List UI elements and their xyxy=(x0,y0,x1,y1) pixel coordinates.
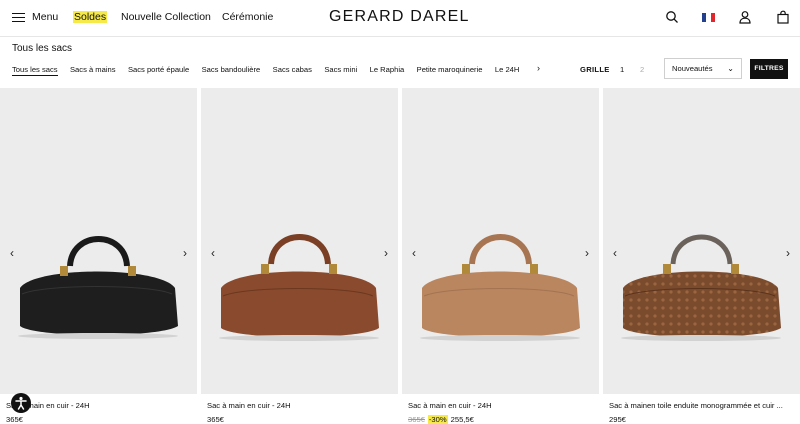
product-card[interactable]: ‹ › Sac à main en cuir - 24H 365€ xyxy=(0,88,197,424)
handbag-image xyxy=(219,234,379,341)
handbag-image xyxy=(18,236,178,339)
previous-image-arrow[interactable]: ‹ xyxy=(10,246,14,260)
next-image-arrow[interactable]: › xyxy=(585,246,589,260)
menu-label: Menu xyxy=(32,11,59,23)
menu-button[interactable]: Menu xyxy=(12,11,58,23)
product-price: 295€ xyxy=(609,415,626,424)
product-image[interactable]: ‹ › xyxy=(603,88,800,394)
product-name[interactable]: Sac à main en cuir - 24H xyxy=(6,401,192,410)
current-price: 365€ xyxy=(207,415,224,424)
category-tab-sacs-a-mains[interactable]: Sacs à mains xyxy=(70,65,116,76)
product-price: 365€ xyxy=(207,415,224,424)
current-price: 255,5€ xyxy=(450,415,474,424)
product-price: 365€ xyxy=(6,415,23,424)
next-image-arrow[interactable]: › xyxy=(786,246,790,260)
previous-image-arrow[interactable]: ‹ xyxy=(211,246,215,260)
accessibility-icon[interactable] xyxy=(11,393,31,413)
category-tabs: Tous les sacs Sacs à mains Sacs porté ép… xyxy=(12,65,532,76)
search-icon[interactable] xyxy=(665,10,679,24)
bag-icon[interactable] xyxy=(776,10,790,24)
original-price: 365€ xyxy=(408,415,425,424)
grid-option-2[interactable]: 2 xyxy=(640,65,644,74)
next-image-arrow[interactable]: › xyxy=(183,246,187,260)
handbag-image xyxy=(420,234,580,341)
previous-image-arrow[interactable]: ‹ xyxy=(412,246,416,260)
category-tab-sacs-bandouliere[interactable]: Sacs bandoulière xyxy=(202,65,261,76)
product-name[interactable]: Sac à main en cuir - 24H xyxy=(408,401,594,410)
current-price: 365€ xyxy=(6,415,23,424)
nav-link-ceremonie[interactable]: Cérémonie xyxy=(222,11,273,23)
account-icon[interactable] xyxy=(738,10,752,24)
current-price: 295€ xyxy=(609,415,626,424)
sort-select[interactable]: Nouveautés ⌄ xyxy=(664,58,742,79)
nav-link-soldes[interactable]: Soldes xyxy=(73,11,108,23)
category-tab-le-24h[interactable]: Le 24H xyxy=(495,65,520,76)
product-image[interactable]: ‹ › xyxy=(201,88,398,394)
chevron-down-icon: ⌄ xyxy=(727,64,734,73)
site-header: Menu Soldes Nouvelle Collection Cérémoni… xyxy=(0,0,800,37)
product-card[interactable]: ‹ › Sac à main en cuir - 24H 365€ -30% 2… xyxy=(402,88,599,424)
brand-logo[interactable]: GERARD DAREL xyxy=(329,8,470,26)
product-name[interactable]: Sac à mainen toile enduite monogrammée e… xyxy=(609,401,795,410)
handbag-image xyxy=(621,234,781,341)
chevron-right-icon[interactable]: › xyxy=(537,63,540,73)
category-tab-le-raphia[interactable]: Le Raphia xyxy=(370,65,405,76)
product-price: 365€ -30% 255,5€ xyxy=(408,415,474,424)
sort-value: Nouveautés xyxy=(672,64,713,73)
flag-icon[interactable] xyxy=(702,13,715,22)
category-tab-sacs-porte-epaule[interactable]: Sacs porté épaule xyxy=(128,65,189,76)
discount-badge: -30% xyxy=(427,415,448,424)
filters-button[interactable]: FILTRES xyxy=(750,59,788,79)
product-name[interactable]: Sac à main en cuir - 24H xyxy=(207,401,393,410)
category-tab-tous-les-sacs[interactable]: Tous les sacs xyxy=(12,65,58,76)
category-tab-sacs-cabas[interactable]: Sacs cabas xyxy=(273,65,312,76)
grid-option-1[interactable]: 1 xyxy=(620,65,624,74)
hamburger-icon xyxy=(12,12,25,22)
previous-image-arrow[interactable]: ‹ xyxy=(613,246,617,260)
product-image[interactable]: ‹ › xyxy=(0,88,197,394)
product-card[interactable]: ‹ › Sac à mainen toile enduite monogramm… xyxy=(603,88,800,424)
category-tab-sacs-mini[interactable]: Sacs mini xyxy=(324,65,357,76)
product-card[interactable]: ‹ › Sac à main en cuir - 24H 365€ xyxy=(201,88,398,424)
product-image[interactable]: ‹ › xyxy=(402,88,599,394)
next-image-arrow[interactable]: › xyxy=(384,246,388,260)
page-title: Tous les sacs xyxy=(12,43,73,54)
category-tab-petite-maroquinerie[interactable]: Petite maroquinerie xyxy=(417,65,483,76)
product-grid: ‹ › Sac à main en cuir - 24H 365€ ‹ › Sa… xyxy=(0,88,800,424)
nav-link-nouvelle-collection[interactable]: Nouvelle Collection xyxy=(121,11,211,23)
view-label: GRILLE xyxy=(580,65,610,74)
